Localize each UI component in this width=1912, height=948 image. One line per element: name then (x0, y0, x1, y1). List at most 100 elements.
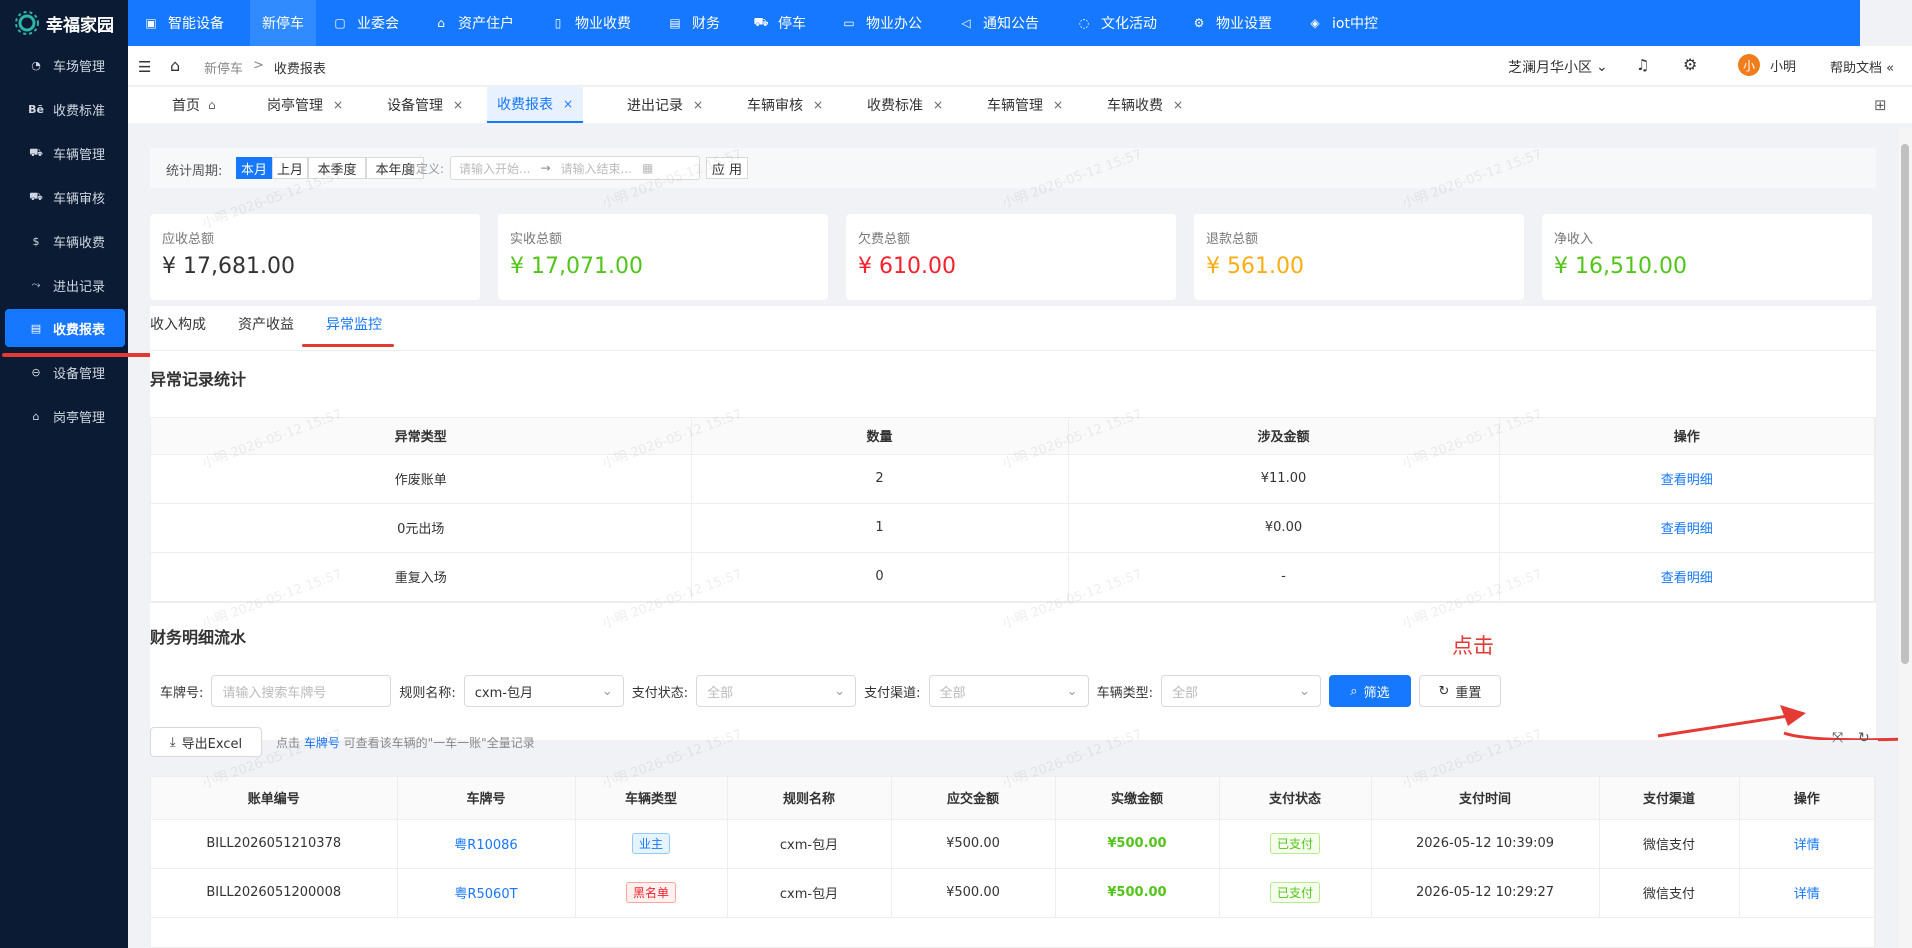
avatar: 小 (1738, 54, 1760, 76)
detail-link[interactable]: 详情 (1739, 868, 1875, 918)
gear-icon[interactable]: ⚙ (1683, 55, 1697, 74)
home-icon[interactable]: ⌂ (170, 56, 180, 75)
gear-icon: ⚙ (1193, 16, 1205, 30)
nav-property-fee[interactable]: ▯ 物业收费 (551, 0, 631, 46)
megaphone-icon: ◁ (961, 16, 971, 30)
tab-device[interactable]: 设备管理 × (387, 87, 463, 123)
menu-toggle-icon[interactable]: ☰ (138, 58, 151, 76)
view-detail-link[interactable]: 查看明细 (1499, 503, 1875, 553)
close-icon[interactable]: × (1173, 98, 1183, 112)
sidebar-item-parking-lot[interactable]: ◔ 车场管理 (5, 46, 125, 84)
sidebar-item-vehicle[interactable]: ⛟ 车辆管理 (5, 134, 125, 172)
nav-parking[interactable]: ⛟ 停车 (753, 0, 806, 46)
filter-button[interactable]: ⌕ 筛选 (1328, 675, 1411, 707)
grid-icon[interactable]: ⊞ (1874, 96, 1887, 114)
scrollbar-thumb[interactable] (1901, 144, 1909, 664)
sidebar-item-access-record[interactable]: ⤳ 进出记录 (5, 266, 125, 304)
nav-property-settings[interactable]: ⚙ 物业设置 (1192, 0, 1272, 46)
end-date-input[interactable]: 请输入结束... (561, 160, 632, 177)
subtab-income-composition[interactable]: 收入构成 (150, 314, 206, 334)
nav-new-parking[interactable]: 新停车 (250, 0, 316, 46)
sidebar-item-fee-report[interactable]: ▤ 收费报表 (5, 309, 125, 347)
anomaly-amount: ¥11.00 (1068, 454, 1500, 504)
tab-booth[interactable]: 岗亭管理 × (267, 87, 343, 123)
sidebar-item-vehicle-review[interactable]: ⛟ 车辆审核 (5, 178, 125, 216)
period-this-month-button[interactable]: 本月 (236, 157, 272, 179)
user-menu[interactable]: 小 小明 (1738, 54, 1796, 76)
close-icon[interactable]: × (933, 98, 943, 112)
detail-link[interactable]: 详情 (1739, 819, 1875, 869)
sidebar-item-label: 车场管理 (53, 59, 106, 75)
amount-due: ¥500.00 (891, 868, 1056, 918)
nav-assets-residents[interactable]: ⌂ 资产住户 (434, 0, 514, 46)
nav-smart-device[interactable]: ▣ 智能设备 (144, 0, 224, 46)
tab-vehicle-fee[interactable]: 车辆收费 × (1107, 87, 1183, 123)
start-date-input[interactable]: 请输入开始... (459, 160, 530, 177)
help-link[interactable]: 帮助文档 « (1830, 57, 1894, 76)
nav-office[interactable]: ▭ 物业办公 (842, 0, 922, 46)
plate-link[interactable]: 粤R5060T (397, 868, 576, 918)
channel-select[interactable]: 全部 ⌄ (928, 675, 1089, 707)
tab-label: 车辆审核 (747, 98, 803, 114)
close-icon[interactable]: × (813, 98, 823, 112)
sidebar-item-label: 车辆收费 (53, 235, 106, 251)
nav-label: 资产住户 (458, 16, 514, 32)
finance-icon: ▤ (669, 16, 681, 30)
nav-owners-committee[interactable]: ▢ 业委会 (333, 0, 399, 46)
sidebar-item-fee-standard[interactable]: Bē 收费标准 (5, 90, 125, 128)
clock-icon: ◔ (31, 58, 41, 72)
column-header: 应交金额 (891, 777, 1056, 820)
nav-finance[interactable]: ▤ 财务 (668, 0, 720, 46)
report-icon: ▤ (30, 321, 42, 335)
rule-select-value: cxm-包月 (474, 685, 533, 701)
tab-fee-report[interactable]: 收费报表 × (487, 87, 584, 123)
community-select[interactable]: 芝澜月华小区 ⌄ (1508, 57, 1608, 77)
column-header: 支付状态 (1219, 777, 1372, 820)
card-label: 欠费总额 (858, 232, 911, 247)
nav-label: 通知公告 (983, 16, 1039, 32)
chevron-down-icon: ⌄ (601, 683, 613, 699)
fullscreen-icon[interactable]: ⤧ (1832, 730, 1843, 746)
sidebar-item-booth[interactable]: ⌂ 岗亭管理 (5, 397, 125, 435)
nav-iot[interactable]: ◈ iot中控 (1308, 0, 1378, 46)
plate-link[interactable]: 粤R10086 (397, 819, 576, 869)
refresh-icon[interactable]: ↻ (1858, 730, 1870, 746)
column-header: 车牌号 (397, 777, 576, 820)
search-icon: ⌕ (1350, 683, 1358, 699)
nav-label: 文化活动 (1101, 16, 1157, 32)
vehicle-type-select[interactable]: 全部 ⌄ (1160, 675, 1321, 707)
bell-icon[interactable]: ♫ (1636, 56, 1649, 74)
nav-label: 停车 (778, 16, 806, 32)
close-icon[interactable]: × (333, 98, 343, 112)
tab-access-record[interactable]: 进出记录 × (627, 87, 703, 123)
export-excel-button[interactable]: ⤓ 导出Excel (150, 727, 262, 757)
ledger-section-title: 财务明细流水 (150, 628, 247, 647)
reset-button[interactable]: ↻ 重置 (1418, 675, 1501, 707)
tab-fee-standard[interactable]: 收费标准 × (867, 87, 943, 123)
tab-vehicle-review[interactable]: 车辆审核 × (747, 87, 823, 123)
chevron-down-icon: ⌄ (1066, 683, 1078, 699)
tabs-bar: 首页 ⌂ 岗亭管理 × 设备管理 × 收费报表 × 进出记录 × 车辆审核 × 收费标准 × … (128, 87, 1912, 123)
nav-label: 智能设备 (168, 16, 224, 32)
nav-notice[interactable]: ◁ 通知公告 (959, 0, 1039, 46)
close-icon[interactable]: × (453, 98, 463, 112)
nav-culture[interactable]: ◌ 文化活动 (1077, 0, 1157, 46)
subtab-asset-income[interactable]: 资产收益 (238, 314, 294, 334)
close-icon[interactable]: × (563, 97, 573, 111)
subtab-anomaly-monitor[interactable]: 异常监控 (326, 314, 382, 346)
sidebar-item-vehicle-fee[interactable]: $ 车辆收费 (5, 222, 125, 260)
tab-vehicle[interactable]: 车辆管理 × (987, 87, 1063, 123)
view-detail-link[interactable]: 查看明细 (1499, 454, 1875, 504)
rule-select[interactable]: cxm-包月 ⌄ (463, 675, 624, 707)
monitor-icon: ▭ (843, 16, 855, 30)
pay-status-select[interactable]: 全部 ⌄ (696, 675, 857, 707)
sidebar-item-device[interactable]: ⊖ 设备管理 (5, 353, 125, 391)
close-icon[interactable]: × (693, 98, 703, 112)
ledger-table: 账单编号 车牌号 车辆类型 规则名称 应交金额 实缴金额 支付状态 支付时间 支… (150, 776, 1876, 948)
scrollbar[interactable] (1898, 128, 1912, 948)
cube-icon: ◈ (1310, 16, 1320, 30)
close-icon[interactable]: × (1053, 98, 1063, 112)
tab-home[interactable]: 首页 ⌂ (172, 87, 216, 123)
plate-search-input[interactable]: 请输入搜索车牌号 (211, 675, 392, 707)
breadcrumb-item[interactable]: 新停车 (204, 58, 243, 77)
